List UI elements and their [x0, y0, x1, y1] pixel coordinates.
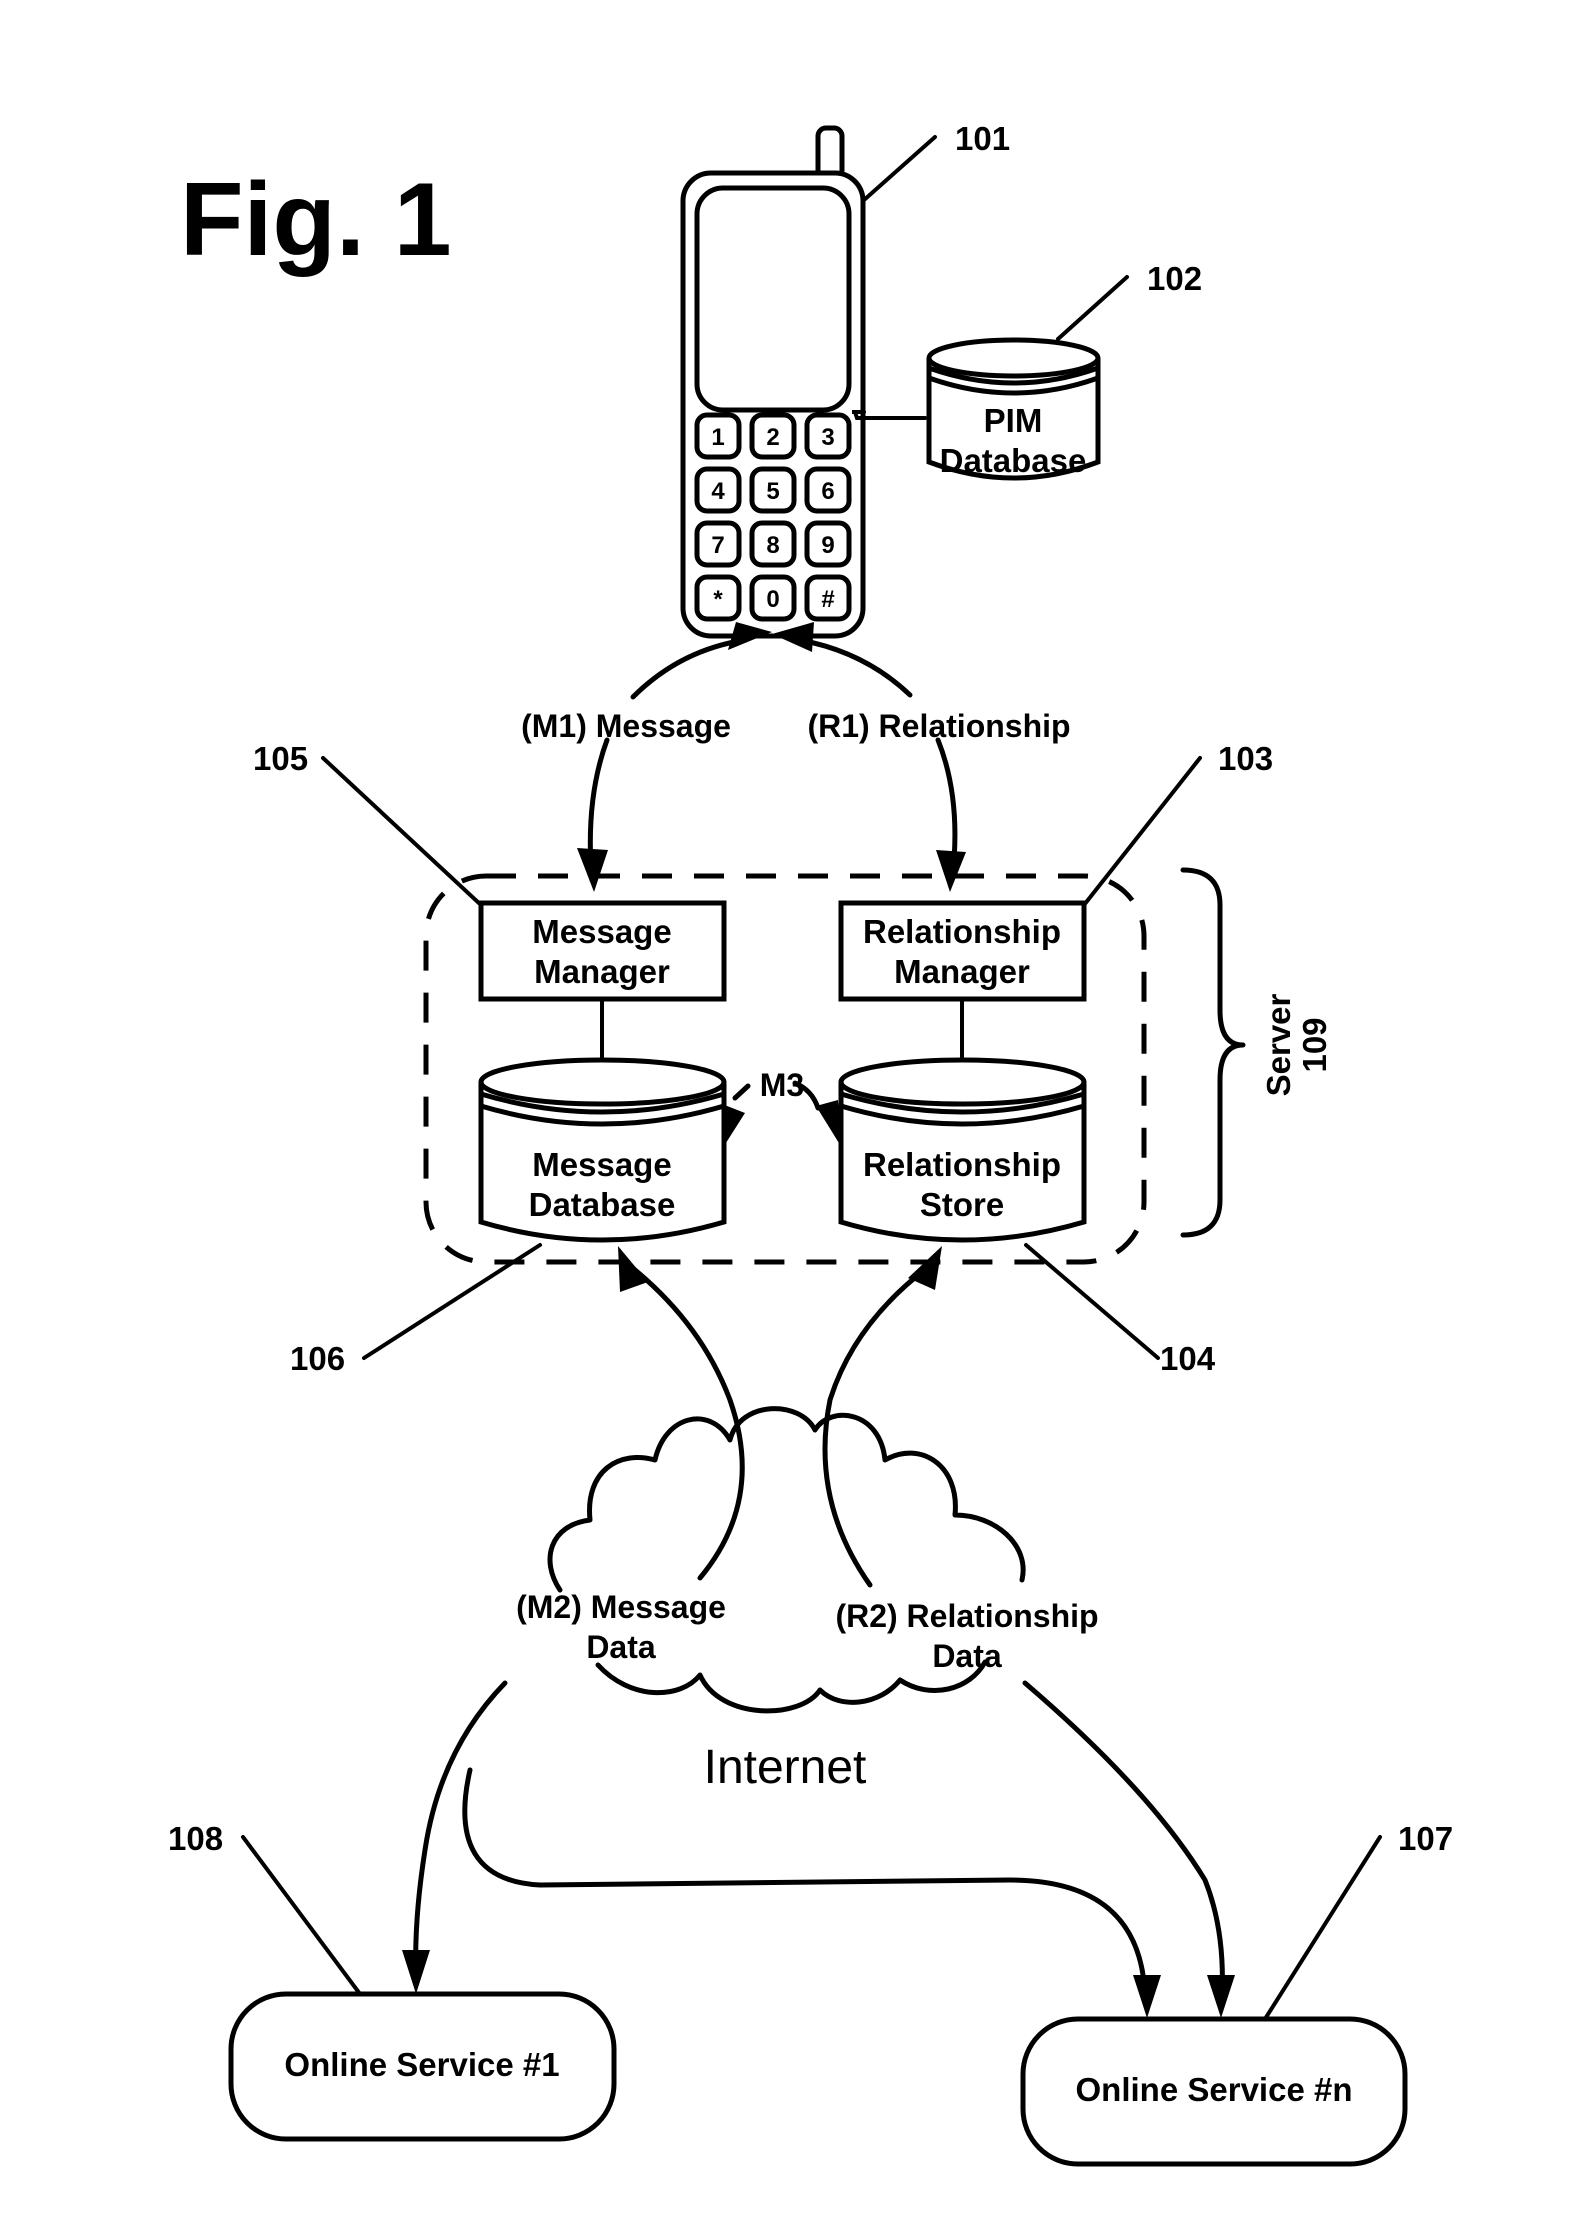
- message-manager-line1: Message: [532, 913, 671, 950]
- server-brace: [1180, 867, 1246, 1238]
- relationship-store: Relationship Store: [838, 1057, 1087, 1243]
- pim-database: PIM Database: [926, 337, 1101, 481]
- phone-key: 8: [749, 520, 797, 568]
- ref-103-leader: [1082, 756, 1202, 907]
- ref-102: 102: [1147, 260, 1202, 297]
- ref-105-leader: [321, 756, 483, 907]
- relationship-store-line1: Relationship: [863, 1146, 1061, 1183]
- phone-key-label: 5: [766, 478, 779, 505]
- r1-manager-arrowhead: [936, 850, 966, 892]
- r2-arrow-line: [822, 1259, 938, 1588]
- phone-key-label: 4: [711, 478, 725, 505]
- phone-key: 1: [694, 412, 742, 460]
- phone-key: 6: [804, 466, 852, 514]
- phone-key: 4: [694, 466, 742, 514]
- servicen-m2-arrowhead: [1133, 1975, 1161, 2018]
- m2-arrowhead: [618, 1246, 648, 1292]
- flow-label-r2-line2: Data: [932, 1638, 1002, 1674]
- ref-105: 105: [253, 740, 308, 777]
- ref-106: 106: [290, 1340, 345, 1377]
- server-label-text: Server: [1260, 993, 1297, 1096]
- phone-key-label: 0: [766, 586, 779, 613]
- flow-label-m2-line2: Data: [586, 1629, 656, 1665]
- r2-to-servicen-line: [1022, 1680, 1225, 1998]
- phone-key-label: 2: [766, 424, 779, 451]
- phone-key: 5: [749, 466, 797, 514]
- message-database-line1: Message: [532, 1146, 671, 1183]
- relationship-manager-line2: Manager: [894, 953, 1030, 990]
- phone-key-label: #: [821, 586, 834, 613]
- phone-key-label: 3: [821, 424, 834, 451]
- m3-left-line: [732, 1083, 751, 1101]
- server-label: Server 109: [1260, 993, 1333, 1096]
- figure-title: Fig. 1: [180, 162, 452, 278]
- m3-right-arrowhead: [816, 1100, 842, 1148]
- ref-103: 103: [1218, 740, 1273, 777]
- internet-label: Internet: [704, 1741, 867, 1794]
- servicen-r2-arrowhead: [1207, 1975, 1235, 2018]
- phone-key: 3: [804, 412, 852, 460]
- phone-screen: [694, 185, 852, 413]
- phone-key-label: 7: [711, 532, 724, 559]
- m3-left-arrowhead: [722, 1104, 745, 1146]
- r1-upper-arc: [797, 637, 913, 698]
- m2-to-servicen-line: [462, 1767, 1148, 1998]
- phone-key-label: 8: [766, 532, 779, 559]
- relationship-manager: Relationship Manager: [838, 900, 1087, 1002]
- ref-106-leader: [362, 1243, 542, 1360]
- phone-key: 7: [694, 520, 742, 568]
- pim-database-line2: Database: [940, 442, 1087, 479]
- server-ref: 109: [1296, 1017, 1333, 1072]
- ref-101-leader: [862, 135, 937, 202]
- phone-key-label: 6: [821, 478, 834, 505]
- online-service-1-label: Online Service #1: [284, 2046, 559, 2083]
- m2-to-service1-line: [413, 1680, 508, 1978]
- message-manager-line2: Manager: [534, 953, 670, 990]
- online-service-n-label: Online Service #n: [1076, 2071, 1353, 2108]
- ref-107: 107: [1398, 1820, 1453, 1857]
- flow-label-m3: M3: [760, 1067, 804, 1103]
- mobile-phone: 1 2 3 4 5 6 7 8 9 * 0 #: [680, 125, 866, 639]
- ref-101: 101: [955, 120, 1010, 157]
- m1-manager-arrowhead: [577, 848, 608, 892]
- service1-arrowhead: [402, 1950, 430, 1994]
- phone-key: 9: [804, 520, 852, 568]
- ref-108-leader: [241, 1835, 362, 1996]
- ref-104: 104: [1160, 1340, 1216, 1377]
- phone-key-label: 9: [821, 532, 834, 559]
- phone-key: 0: [749, 574, 797, 622]
- online-service-n: Online Service #n: [1020, 2016, 1408, 2167]
- relationship-store-line2: Store: [920, 1186, 1004, 1223]
- ref-102-leader: [1056, 275, 1129, 341]
- r2-arrowhead: [908, 1246, 942, 1290]
- message-database-line2: Database: [529, 1186, 676, 1223]
- relationship-manager-line1: Relationship: [863, 913, 1061, 950]
- flow-label-m2-line1: (M2) Message: [516, 1589, 726, 1625]
- phone-key-label: *: [713, 586, 723, 613]
- message-database: Message Database: [478, 1057, 727, 1243]
- ref-108: 108: [168, 1820, 223, 1857]
- phone-key: *: [694, 574, 742, 622]
- flow-label-r2-line1: (R2) Relationship: [835, 1598, 1098, 1634]
- figure-canvas: Fig. 1 1 2 3 4 5 6 7 8 9 * 0 # 101 PIM Database 102…: [168, 120, 1453, 2167]
- m1-upper-arc: [630, 637, 748, 700]
- phone-key: #: [804, 574, 852, 622]
- ref-107-leader: [1263, 1835, 1382, 2021]
- pim-database-line1: PIM: [984, 402, 1043, 439]
- phone-key: 2: [749, 412, 797, 460]
- phone-key-label: 1: [711, 424, 724, 451]
- online-service-1: Online Service #1: [228, 1991, 617, 2142]
- flow-label-m1: (M1) Message: [521, 708, 731, 744]
- flow-label-r1: (R1) Relationship: [807, 708, 1070, 744]
- message-manager: Message Manager: [478, 900, 727, 1002]
